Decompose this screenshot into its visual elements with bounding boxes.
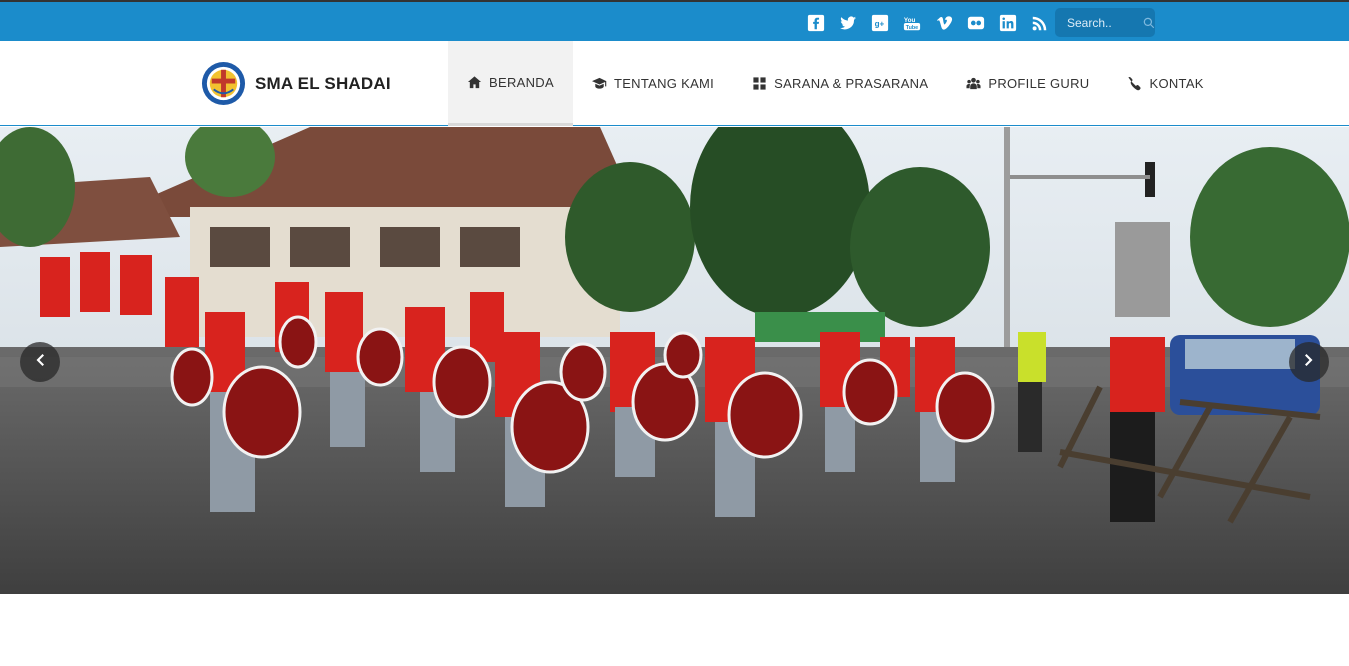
users-icon bbox=[966, 76, 982, 92]
chevron-right-icon bbox=[1301, 352, 1317, 373]
nav-item-kontak[interactable]: KONTAK bbox=[1108, 41, 1222, 126]
google-plus-icon[interactable]: g+ bbox=[864, 13, 896, 33]
svg-text:Tube: Tube bbox=[906, 25, 918, 31]
twitter-icon[interactable] bbox=[832, 13, 864, 33]
nav-label: TENTANG KAMI bbox=[613, 76, 715, 91]
youtube-icon[interactable]: You Tube bbox=[896, 13, 928, 33]
chevron-left-icon bbox=[32, 352, 48, 373]
site-header: SMA EL SHADAI BERANDA TENTANG KAMI SARAN… bbox=[0, 41, 1349, 126]
graduation-cap-icon bbox=[591, 76, 608, 92]
main-nav: BERANDA TENTANG KAMI SARANA & PRASARANA … bbox=[448, 41, 1223, 126]
search-input[interactable] bbox=[1067, 15, 1137, 30]
facebook-icon[interactable] bbox=[800, 13, 832, 33]
nav-label: PROFILE GURU bbox=[988, 76, 1090, 91]
top-bar: g+ You Tube bbox=[0, 0, 1349, 41]
marching-band-photo bbox=[0, 127, 1349, 594]
nav-label: SARANA & PRASARANA bbox=[774, 76, 929, 91]
nav-label: BERANDA bbox=[489, 74, 554, 90]
search-box bbox=[1055, 8, 1155, 37]
nav-label: KONTAK bbox=[1149, 76, 1204, 91]
grid-icon bbox=[752, 76, 768, 92]
home-icon bbox=[467, 74, 483, 90]
nav-item-profile-guru[interactable]: PROFILE GURU bbox=[947, 41, 1108, 126]
nav-item-sarana-prasarana[interactable]: SARANA & PRASARANA bbox=[733, 41, 947, 126]
page-content bbox=[0, 594, 1349, 666]
brand[interactable]: SMA EL SHADAI bbox=[200, 60, 391, 107]
hero-slider bbox=[0, 127, 1349, 594]
phone-icon bbox=[1127, 76, 1143, 92]
site-title: SMA EL SHADAI bbox=[255, 73, 391, 93]
nav-item-tentang-kami[interactable]: TENTANG KAMI bbox=[573, 41, 733, 126]
linkedin-icon[interactable] bbox=[992, 13, 1024, 33]
slider-next-button[interactable] bbox=[1289, 342, 1329, 382]
slider-prev-button[interactable] bbox=[20, 342, 60, 382]
social-links: g+ You Tube bbox=[800, 13, 1056, 33]
flickr-icon[interactable] bbox=[960, 13, 992, 33]
svg-text:g+: g+ bbox=[875, 20, 885, 29]
rss-icon[interactable] bbox=[1024, 13, 1056, 33]
vimeo-icon[interactable] bbox=[928, 13, 960, 33]
school-logo bbox=[201, 61, 246, 106]
search-icon[interactable] bbox=[1143, 16, 1155, 30]
nav-item-beranda[interactable]: BERANDA bbox=[448, 41, 573, 126]
